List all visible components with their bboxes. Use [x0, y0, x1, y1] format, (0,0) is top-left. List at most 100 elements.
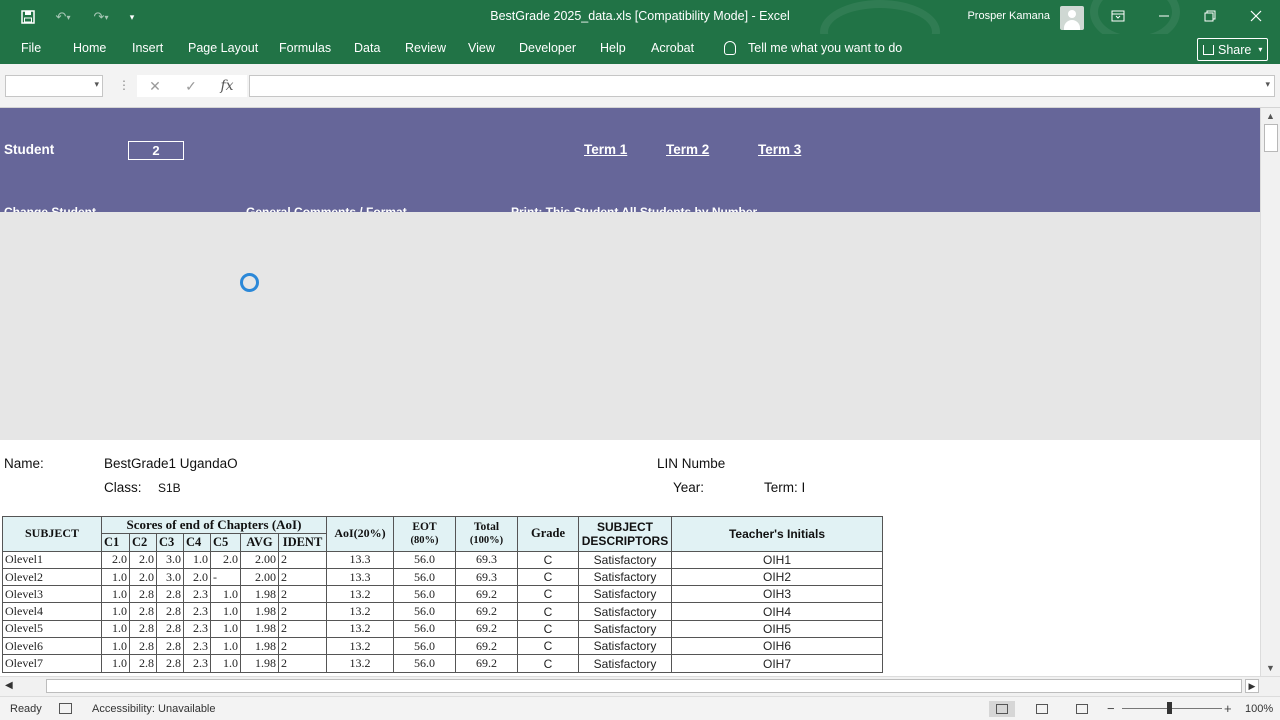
- ribbon-display-icon[interactable]: [1103, 5, 1133, 27]
- cell-eot[interactable]: 56.0: [393, 602, 456, 621]
- cell-avg[interactable]: 1.98: [240, 602, 279, 621]
- accessibility-status[interactable]: Accessibility: Unavailable: [92, 703, 216, 715]
- cell-subject[interactable]: Olevel3: [2, 585, 102, 604]
- cell-initials[interactable]: OIH5: [671, 619, 883, 639]
- cell-c1[interactable]: 1.0: [101, 654, 130, 673]
- normal-view-icon[interactable]: [989, 701, 1015, 717]
- page-break-view-icon[interactable]: [1069, 701, 1095, 717]
- cell-aoi[interactable]: 13.2: [326, 637, 394, 656]
- resize-handle[interactable]: ⋮: [118, 78, 130, 92]
- cell-ident[interactable]: 2: [278, 637, 327, 656]
- zoom-slider-handle[interactable]: [1167, 702, 1172, 714]
- cell-c5[interactable]: 2.0: [210, 550, 241, 569]
- cell-grade[interactable]: C: [517, 585, 579, 604]
- restore-icon[interactable]: [1195, 5, 1225, 27]
- cell-initials[interactable]: OIH6: [671, 637, 883, 656]
- cell-c2[interactable]: 2.0: [129, 567, 157, 587]
- scroll-down-icon[interactable]: ▼: [1266, 663, 1275, 673]
- chevron-down-icon[interactable]: ▾: [94, 79, 99, 90]
- cell-avg[interactable]: 2.00: [240, 567, 279, 587]
- cell-eot[interactable]: 56.0: [393, 550, 456, 569]
- cell-grade[interactable]: C: [517, 550, 579, 569]
- cell-c4[interactable]: 1.0: [183, 550, 211, 569]
- scroll-thumb[interactable]: [1264, 124, 1278, 152]
- tab-help[interactable]: Help: [600, 41, 626, 55]
- cell-initials[interactable]: OIH3: [671, 585, 883, 604]
- table-row[interactable]: Olevel2 1.0 2.0 3.0 2.0 - 2.00 2 13.3 56…: [2, 567, 883, 587]
- tell-me-search[interactable]: Tell me what you want to do: [748, 41, 902, 55]
- cell-c4[interactable]: 2.0: [183, 567, 211, 587]
- macro-record-icon[interactable]: [59, 703, 72, 714]
- zoom-level[interactable]: 100%: [1245, 703, 1273, 715]
- cell-c5[interactable]: 1.0: [210, 602, 241, 621]
- cell-c4[interactable]: 2.3: [183, 654, 211, 673]
- cell-ident[interactable]: 2: [278, 619, 327, 639]
- cell-subject[interactable]: Olevel4: [2, 602, 102, 621]
- cell-c3[interactable]: 2.8: [156, 637, 184, 656]
- cell-total[interactable]: 69.2: [455, 619, 518, 639]
- tab-home[interactable]: Home: [73, 41, 106, 55]
- cell-initials[interactable]: OIH4: [671, 602, 883, 621]
- cell-c2[interactable]: 2.8: [129, 585, 157, 604]
- tab-review[interactable]: Review: [405, 41, 446, 55]
- zoom-in-button[interactable]: +: [1224, 701, 1232, 716]
- cell-aoi[interactable]: 13.2: [326, 585, 394, 604]
- tab-developer[interactable]: Developer: [519, 41, 576, 55]
- cell-c3[interactable]: 2.8: [156, 602, 184, 621]
- name-box[interactable]: ▾: [5, 75, 103, 97]
- cell-avg[interactable]: 1.98: [240, 585, 279, 604]
- cell-c1[interactable]: 1.0: [101, 585, 130, 604]
- cell-aoi[interactable]: 13.2: [326, 619, 394, 639]
- minimize-icon[interactable]: [1149, 5, 1179, 27]
- cell-c2[interactable]: 2.8: [129, 637, 157, 656]
- cell-avg[interactable]: 1.98: [240, 654, 279, 673]
- cell-eot[interactable]: 56.0: [393, 654, 456, 673]
- cell-c2[interactable]: 2.8: [129, 602, 157, 621]
- tab-acrobat[interactable]: Acrobat: [651, 41, 694, 55]
- cell-descriptor[interactable]: Satisfactory: [578, 602, 672, 621]
- user-name[interactable]: Prosper Kamana: [967, 10, 1050, 22]
- cell-total[interactable]: 69.2: [455, 602, 518, 621]
- cell-subject[interactable]: Olevel5: [2, 619, 102, 639]
- cell-c3[interactable]: 2.8: [156, 619, 184, 639]
- cell-descriptor[interactable]: Satisfactory: [578, 637, 672, 656]
- avatar[interactable]: [1060, 6, 1084, 30]
- cell-initials[interactable]: OIH7: [671, 654, 883, 673]
- table-row[interactable]: Olevel1 2.0 2.0 3.0 1.0 2.0 2.00 2 13.3 …: [2, 550, 883, 569]
- cell-c5[interactable]: -: [210, 567, 241, 587]
- vertical-scrollbar[interactable]: ▲ ▼: [1260, 108, 1280, 676]
- term-3-link[interactable]: Term 3: [758, 142, 801, 157]
- cell-ident[interactable]: 2: [278, 654, 327, 673]
- cell-c2[interactable]: 2.8: [129, 654, 157, 673]
- cell-c4[interactable]: 2.3: [183, 602, 211, 621]
- table-row[interactable]: Olevel7 1.0 2.8 2.8 2.3 1.0 1.98 2 13.2 …: [2, 654, 883, 673]
- cell-c1[interactable]: 1.0: [101, 637, 130, 656]
- cell-total[interactable]: 69.3: [455, 550, 518, 569]
- cell-c5[interactable]: 1.0: [210, 585, 241, 604]
- term-1-link[interactable]: Term 1: [584, 142, 627, 157]
- cell-aoi[interactable]: 13.3: [326, 550, 394, 569]
- cell-eot[interactable]: 56.0: [393, 585, 456, 604]
- cell-descriptor[interactable]: Satisfactory: [578, 619, 672, 639]
- cell-grade[interactable]: C: [517, 602, 579, 621]
- scroll-right-icon[interactable]: ▶: [1245, 679, 1259, 693]
- cell-total[interactable]: 69.2: [455, 654, 518, 673]
- cell-descriptor[interactable]: Satisfactory: [578, 567, 672, 587]
- expand-formula-icon[interactable]: ▾: [1265, 79, 1270, 90]
- cell-c3[interactable]: 2.8: [156, 585, 184, 604]
- close-icon[interactable]: [1241, 5, 1271, 27]
- cell-avg[interactable]: 1.98: [240, 637, 279, 656]
- cell-subject[interactable]: Olevel6: [2, 637, 102, 656]
- tab-insert[interactable]: Insert: [132, 41, 163, 55]
- cell-initials[interactable]: OIH2: [671, 567, 883, 587]
- cell-initials[interactable]: OIH1: [671, 550, 883, 569]
- cell-descriptor[interactable]: Satisfactory: [578, 585, 672, 604]
- tab-data[interactable]: Data: [354, 41, 380, 55]
- cell-c3[interactable]: 3.0: [156, 550, 184, 569]
- cell-avg[interactable]: 1.98: [240, 619, 279, 639]
- cell-aoi[interactable]: 13.3: [326, 567, 394, 587]
- cell-c1[interactable]: 2.0: [101, 550, 130, 569]
- cell-subject[interactable]: Olevel1: [2, 550, 102, 569]
- table-row[interactable]: Olevel6 1.0 2.8 2.8 2.3 1.0 1.98 2 13.2 …: [2, 637, 883, 656]
- cell-c2[interactable]: 2.8: [129, 619, 157, 639]
